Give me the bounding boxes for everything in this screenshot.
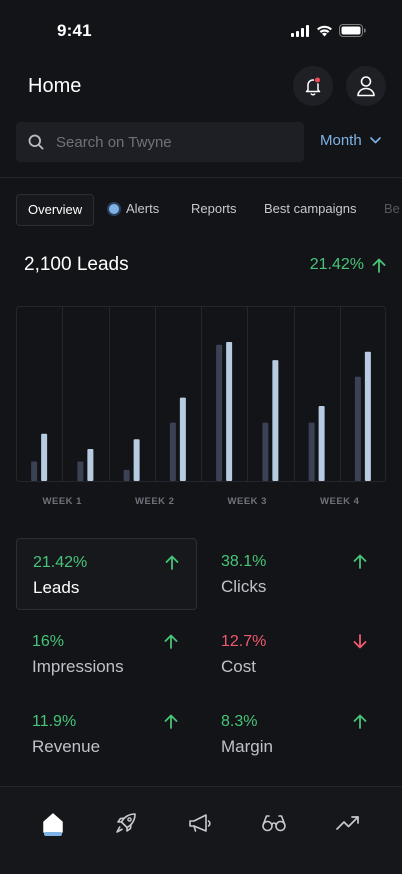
- tab-overflow[interactable]: Be: [384, 194, 400, 226]
- metric-value: 38.1%: [221, 553, 267, 570]
- cellular-signal-icon: [291, 24, 309, 37]
- tab-label: Overview: [28, 202, 83, 217]
- metric-label: Leads: [33, 578, 80, 597]
- search-input[interactable]: [56, 122, 296, 162]
- chart-bar: [87, 449, 94, 481]
- status-bar: 9:41: [0, 0, 402, 64]
- metric-label: Cost: [221, 657, 256, 676]
- leads-chart: WEEK 1 WEEK 2 WEEK 3 WEEK 4: [16, 306, 386, 510]
- user-icon: [357, 76, 375, 97]
- chart-bar: [179, 397, 186, 481]
- x-tick-label: WEEK 4: [320, 496, 360, 507]
- metric-card-impressions[interactable]: 16% Impressions: [16, 618, 197, 690]
- tab-bar: Overview Alerts Reports Best campaigns B…: [16, 194, 402, 226]
- metric-label: Impressions: [32, 657, 124, 676]
- divider: [0, 177, 402, 178]
- period-dropdown[interactable]: Month: [320, 132, 381, 149]
- x-tick-label: WEEK 1: [43, 496, 83, 507]
- chart-bar: [262, 422, 269, 481]
- tab-overview[interactable]: Overview: [16, 194, 95, 226]
- arrow-down-icon: [353, 634, 367, 649]
- arrow-up-icon: [372, 258, 386, 273]
- chart-bar: [308, 422, 315, 481]
- chevron-down-icon: [369, 137, 381, 144]
- home-icon: [43, 813, 63, 833]
- metric-label: Revenue: [32, 737, 101, 756]
- tab-best-campaigns[interactable]: Best campaigns: [264, 194, 357, 226]
- trending-up-icon: [336, 816, 359, 830]
- arrow-up-icon: [164, 714, 178, 729]
- chart-bar: [364, 351, 371, 481]
- rocket-icon: [116, 813, 136, 833]
- header: Home: [0, 64, 402, 112]
- period-label: Month: [320, 132, 362, 149]
- metric-card-margin[interactable]: 8.3% Margin: [205, 698, 386, 770]
- alert-dot-icon: [109, 204, 119, 214]
- chart-bar: [77, 461, 84, 481]
- tab-label: Best campaigns: [264, 201, 357, 216]
- metric-value: 16%: [32, 633, 65, 650]
- wifi-icon: [317, 25, 332, 36]
- bar-chart: WEEK 1 WEEK 2 WEEK 3 WEEK 4: [16, 306, 386, 507]
- chart-bar: [31, 461, 38, 481]
- profile-button[interactable]: [346, 66, 386, 106]
- x-tick-label: WEEK 2: [135, 496, 174, 507]
- glasses-icon: [262, 815, 286, 832]
- tab-alerts[interactable]: Alerts: [109, 194, 159, 226]
- metric-card-leads[interactable]: 21.42% Leads: [16, 538, 197, 610]
- arrow-up-icon: [353, 714, 367, 729]
- chart-bar: [169, 422, 176, 481]
- tab-label: Reports: [191, 201, 237, 216]
- chart-bar: [354, 376, 361, 481]
- arrow-up-icon: [353, 554, 367, 569]
- arrow-up-icon: [165, 555, 179, 570]
- chart-bar: [272, 360, 279, 481]
- chart-bar: [133, 439, 140, 481]
- leads-title: 2,100 Leads: [24, 254, 129, 275]
- leads-change: 21.42%: [310, 256, 386, 274]
- nav-analytics[interactable]: [326, 801, 370, 845]
- metric-value: 21.42%: [33, 554, 88, 571]
- search-box: [16, 122, 304, 162]
- x-tick-label: WEEK 3: [228, 496, 267, 507]
- metric-label: Clicks: [221, 577, 267, 596]
- tab-reports[interactable]: Reports: [191, 194, 237, 226]
- metric-value: 11.9%: [32, 713, 77, 730]
- chart-bar: [123, 469, 130, 481]
- metric-value: 8.3%: [221, 713, 258, 730]
- nav-home[interactable]: [31, 801, 75, 845]
- bottom-nav: [0, 786, 402, 874]
- metric-value: 12.7%: [221, 633, 267, 650]
- search-icon: [28, 134, 44, 150]
- nav-insights[interactable]: [252, 801, 296, 845]
- page-title: Home: [28, 75, 82, 97]
- metric-card-cost[interactable]: 12.7% Cost: [205, 618, 386, 690]
- chart-bar: [216, 344, 223, 481]
- leads-summary: 2,100 Leads 21.42%: [24, 252, 386, 280]
- tab-label: Be: [384, 201, 400, 216]
- chart-bar: [318, 405, 325, 481]
- notifications-button[interactable]: [293, 66, 333, 106]
- battery-icon: [339, 24, 366, 37]
- tab-label: Alerts: [126, 201, 160, 216]
- chart-bar: [41, 433, 48, 481]
- bell-icon: [305, 76, 321, 96]
- metric-card-clicks[interactable]: 38.1% Clicks: [205, 538, 386, 610]
- search-row: Month: [16, 122, 386, 162]
- chart-bar: [226, 342, 233, 481]
- nav-active-indicator: [44, 832, 62, 836]
- leads-change-value: 21.42%: [309, 256, 364, 273]
- arrow-up-icon: [164, 634, 178, 649]
- nav-announcements[interactable]: [178, 801, 222, 845]
- metric-card-revenue[interactable]: 11.9% Revenue: [16, 698, 197, 770]
- metric-label: Margin: [221, 737, 273, 756]
- nav-campaigns[interactable]: [104, 801, 148, 845]
- status-icons: [291, 24, 366, 37]
- status-time: 9:41: [57, 21, 92, 40]
- megaphone-icon: [189, 814, 211, 832]
